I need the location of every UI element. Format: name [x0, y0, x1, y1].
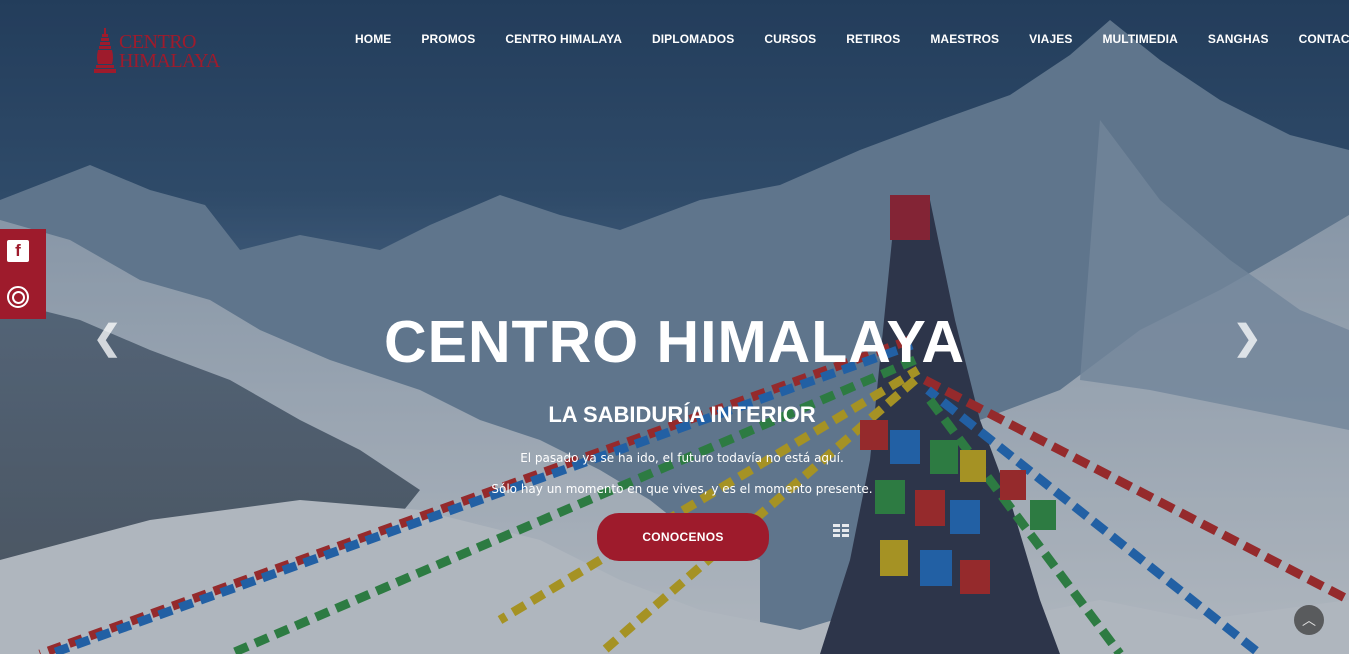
instagram-icon[interactable] — [7, 286, 29, 308]
stupa-logo-icon — [94, 28, 116, 73]
slide-quote-line-2: Sólo hay un momento en que vives, y es e… — [491, 482, 873, 496]
nav-item-retiros[interactable]: RETIROS — [831, 32, 915, 46]
site-logo[interactable]: CENTRO HIMALAYA — [94, 28, 220, 76]
slide-subtitle: LA SABIDURÍA INTERIOR — [548, 402, 816, 427]
nav-item-centro-himalaya[interactable]: CENTRO HIMALAYA — [490, 32, 637, 46]
grid-menu-icon[interactable] — [833, 524, 849, 538]
nav-item-cursos[interactable]: CURSOS — [749, 32, 831, 46]
nav-item-promos[interactable]: PROMOS — [406, 32, 490, 46]
nav-item-contacto[interactable]: CONTACTO — [1284, 32, 1349, 46]
main-navigation: HOME PROMOS CENTRO HIMALAYA DIPLOMADOS C… — [340, 32, 1349, 46]
facebook-icon[interactable]: f — [7, 240, 29, 262]
social-sidebar: f — [0, 229, 46, 319]
nav-item-home[interactable]: HOME — [340, 32, 406, 46]
chevron-up-icon: ︿ — [1302, 612, 1316, 628]
slide-title: CENTRO HIMALAYA — [383, 309, 966, 375]
nav-item-multimedia[interactable]: MULTIMEDIA — [1087, 32, 1192, 46]
nav-item-sanghas[interactable]: SANGHAS — [1193, 32, 1284, 46]
nav-item-diplomados[interactable]: DIPLOMADOS — [637, 32, 749, 46]
conocenos-button[interactable]: CONOCENOS — [597, 513, 769, 561]
scroll-to-top-button[interactable]: ︿ — [1294, 605, 1324, 635]
nav-item-maestros[interactable]: MAESTROS — [915, 32, 1014, 46]
nav-item-viajes[interactable]: VIAJES — [1014, 32, 1087, 46]
slide-quote-line-1: El pasado ya se ha ido, el futuro todaví… — [520, 451, 844, 465]
logo-line-2: HIMALAYA — [119, 50, 220, 72]
logo-text: CENTRO HIMALAYA — [119, 32, 220, 72]
